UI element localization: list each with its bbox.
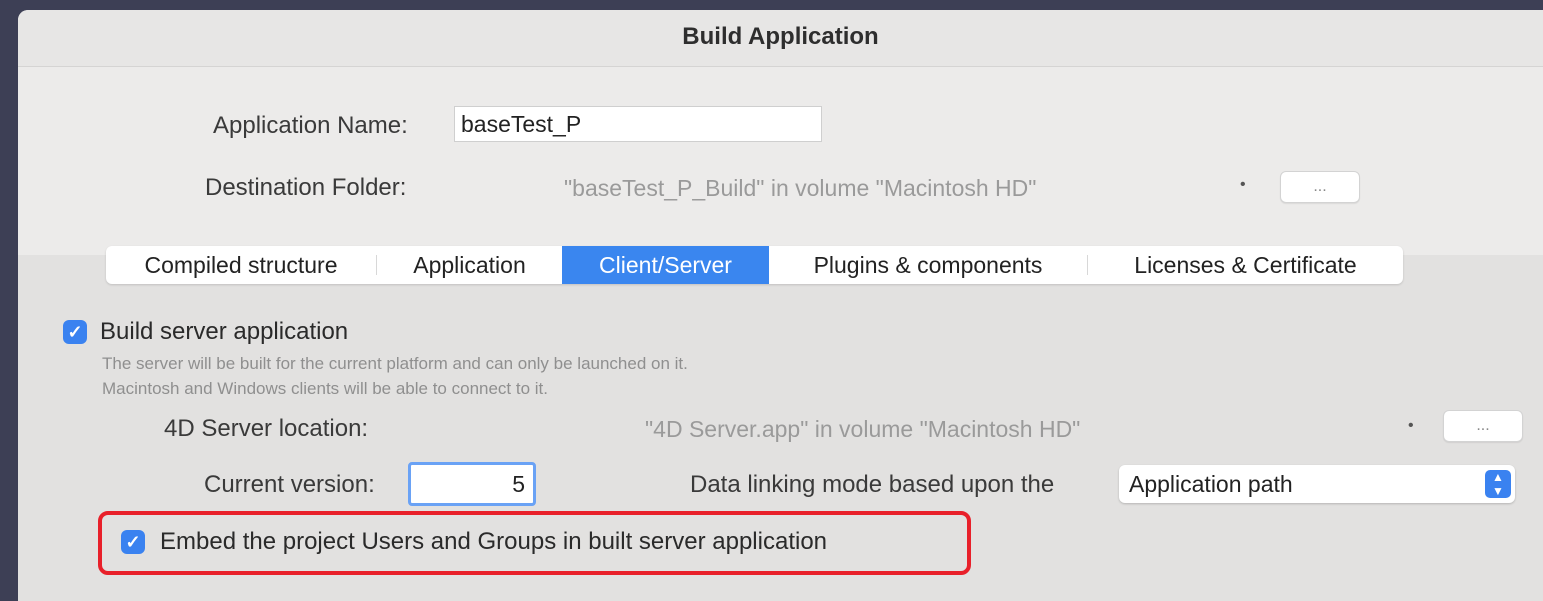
app-name-label: Application Name: [213,112,408,139]
app-name-input[interactable] [454,106,822,142]
build-application-window: Build Application Application Name: Dest… [18,10,1543,601]
embed-users-label: Embed the project Users and Groups in bu… [160,528,828,555]
build-server-desc-1: The server will be built for the current… [102,354,688,373]
tab-compiled-structure[interactable]: Compiled structure [106,246,376,284]
current-version-label: Current version: [204,471,375,498]
current-version-input[interactable]: 5 [408,462,536,506]
window-title: Build Application [18,10,1543,67]
destination-popup-marker[interactable]: • [1240,176,1246,194]
data-linking-selected-value: Application path [1129,471,1293,497]
build-server-desc-2: Macintosh and Windows clients will be ab… [102,379,549,398]
server-location-popup-marker[interactable]: • [1408,417,1414,435]
tab-client-server[interactable]: Client/Server [562,246,769,284]
destination-folder-label: Destination Folder: [205,174,407,201]
tab-plugins-components[interactable]: Plugins & components [769,246,1087,284]
destination-folder-path: "baseTest_P_Build" in volume "Macintosh … [564,175,1037,201]
tab-application[interactable]: Application [377,246,562,284]
tab-bar: Compiled structure Application Client/Se… [106,246,1403,284]
embed-users-checkbox[interactable]: ✓ [121,530,145,554]
chevron-updown-icon: ▲ ▼ [1485,470,1511,498]
data-linking-select[interactable]: Application path ▲ ▼ [1119,465,1515,503]
destination-browse-button[interactable]: ... [1280,171,1360,203]
data-linking-label: Data linking mode based upon the [690,471,1055,498]
build-server-label: Build server application [100,318,349,345]
build-server-checkbox[interactable]: ✓ [63,320,87,344]
tab-licenses-certificate[interactable]: Licenses & Certificate [1088,246,1403,284]
server-location-label: 4D Server location: [164,415,369,442]
server-location-browse-button[interactable]: ... [1443,410,1523,442]
server-location-path: "4D Server.app" in volume "Macintosh HD" [645,416,1081,442]
